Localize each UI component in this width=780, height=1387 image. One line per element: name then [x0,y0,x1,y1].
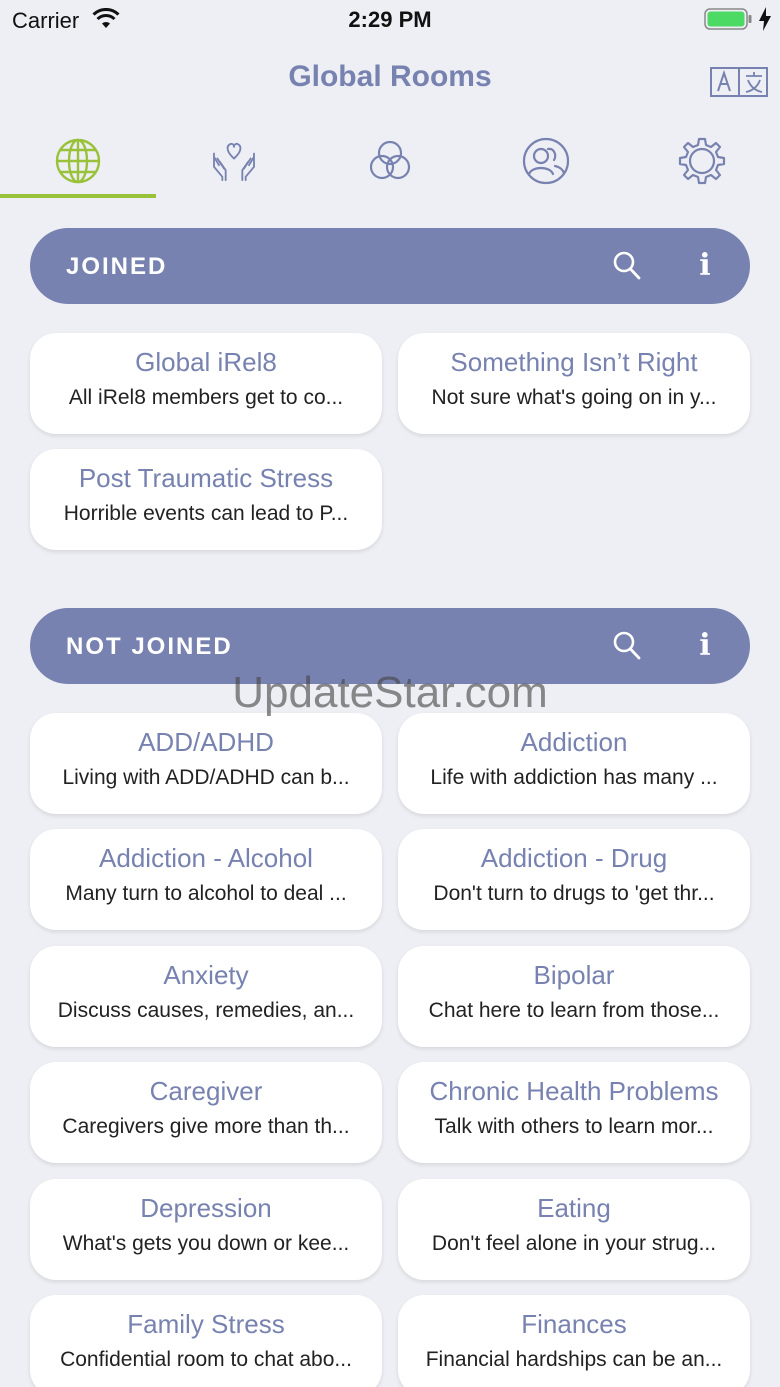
hands-heart-icon [213,142,255,182]
tab-support[interactable] [156,130,312,198]
room-description: Not sure what's going on in y... [431,386,717,409]
room-card[interactable]: Something Isn’t Right Not sure what's go… [398,333,750,434]
room-title: Global iRel8 [135,347,277,377]
status-time: 2:29 PM [348,7,432,32]
room-title: Caregiver [149,1076,263,1106]
room-card[interactable]: Post Traumatic Stress Horrible events ca… [30,449,382,550]
room-title: ADD/ADHD [138,727,274,757]
active-tab-indicator [0,194,156,198]
info-icon[interactable]: i [692,628,718,664]
room-description: Living with ADD/ADHD can b... [62,766,350,789]
charging-icon [759,7,771,31]
room-description: Talk with others to learn mor... [434,1115,714,1138]
room-title: Addiction - Drug [480,843,668,873]
room-card[interactable]: Bipolar Chat here to learn from those... [398,946,750,1047]
not-joined-section-title: NOT JOINED [66,633,233,660]
room-title: Anxiety [163,960,249,990]
room-description: Don't feel alone in your strug... [431,1232,717,1255]
room-description: What's gets you down or kee... [62,1232,350,1255]
people-icon [522,137,570,185]
translate-icon[interactable] [710,67,768,97]
room-description: Discuss causes, remedies, an... [57,999,355,1022]
room-card[interactable]: Addiction - Drug Don't turn to drugs to … [398,829,750,930]
room-title: Eating [537,1193,611,1223]
status-bar: Carrier 2:29 PM [0,0,780,40]
gear-icon [678,137,726,185]
room-card[interactable]: Depression What's gets you down or kee..… [30,1179,382,1280]
room-card[interactable]: Global iRel8 All iRel8 members get to co… [30,333,382,434]
room-description: Don't turn to drugs to 'get thr... [433,882,715,905]
room-title: Depression [140,1193,272,1223]
room-card[interactable]: Eating Don't feel alone in your strug... [398,1179,750,1280]
room-card[interactable]: Finances Financial hardships can be an..… [398,1295,750,1387]
room-title: Bipolar [533,960,615,990]
room-title: Something Isn’t Right [450,347,698,377]
joined-section-header: JOINED i [30,228,750,304]
room-description: Many turn to alcohol to deal ... [65,882,347,905]
globe-icon [55,138,101,184]
room-title: Chronic Health Problems [429,1076,719,1106]
room-card[interactable]: Anxiety Discuss causes, remedies, an... [30,946,382,1047]
info-icon[interactable]: i [692,248,718,284]
room-title: Addiction - Alcohol [99,843,313,873]
room-description: Chat here to learn from those... [428,999,720,1022]
room-description: Horrible events can lead to P... [63,502,349,525]
room-title: Addiction [520,727,628,757]
screen: Carrier 2:29 PM Global Rooms JOINED i Gl… [0,0,780,1387]
room-description: All iRel8 members get to co... [68,386,344,409]
not-joined-section-header: NOT JOINED i [30,608,750,684]
room-card[interactable]: Chronic Health Problems Talk with others… [398,1062,750,1163]
tab-people[interactable] [468,130,624,198]
room-description: Financial hardships can be an... [425,1348,723,1371]
room-card[interactable]: Caregiver Caregivers give more than th..… [30,1062,382,1163]
tab-circles[interactable] [312,130,468,198]
room-description: Confidential room to chat abo... [60,1348,352,1371]
joined-section-title: JOINED [66,253,168,280]
tab-bar [0,130,780,200]
room-description: Life with addiction has many ... [430,766,718,789]
search-icon[interactable] [612,630,642,662]
room-title: Post Traumatic Stress [78,463,334,493]
room-card[interactable]: ADD/ADHD Living with ADD/ADHD can b... [30,713,382,814]
room-title: Finances [521,1309,627,1339]
room-card[interactable]: Addiction - Alcohol Many turn to alcohol… [30,829,382,930]
tab-settings[interactable] [624,130,780,198]
tab-globe[interactable] [0,130,156,198]
room-card[interactable]: Addiction Life with addiction has many .… [398,713,750,814]
room-description: Caregivers give more than th... [62,1115,350,1138]
battery-icon [704,8,752,30]
three-circles-icon [369,140,411,180]
room-card[interactable]: Family Stress Confidential room to chat … [30,1295,382,1387]
search-icon[interactable] [612,250,642,282]
room-title: Family Stress [127,1309,285,1339]
page-title: Global Rooms [288,60,492,93]
